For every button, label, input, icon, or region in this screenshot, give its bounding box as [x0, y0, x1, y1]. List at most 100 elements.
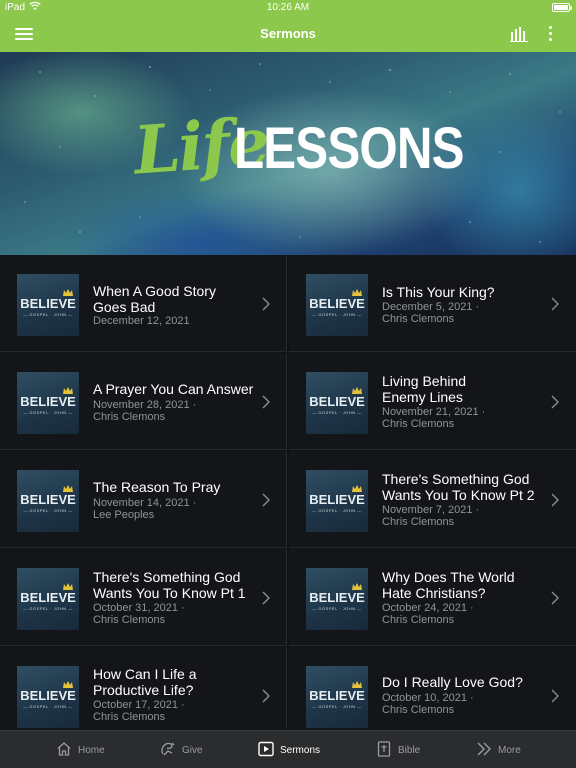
- thumbnail-brand: BELIEVE: [20, 492, 76, 507]
- crown-icon: [63, 387, 73, 394]
- thumbnail-subtitle: — GOSPEL · JOHN —: [312, 606, 362, 611]
- sermon-thumbnail: BELIEVE — GOSPEL · JOHN —: [17, 274, 79, 336]
- audio-bars-icon[interactable]: [510, 26, 528, 42]
- sermon-title: A Prayer You Can Answer: [93, 381, 254, 397]
- crown-icon: [352, 289, 362, 296]
- sermon-thumbnail: BELIEVE — GOSPEL · JOHN —: [17, 666, 79, 728]
- bottom-tab-bar: Home Give Sermons Bible More: [0, 730, 576, 768]
- sermon-card[interactable]: BELIEVE — GOSPEL · JOHN — A Prayer You C…: [0, 353, 287, 450]
- sermon-thumbnail: BELIEVE — GOSPEL · JOHN —: [306, 666, 368, 728]
- sermon-card[interactable]: BELIEVE — GOSPEL · JOHN — How Can I Life…: [0, 647, 287, 730]
- sermon-date: October 10, 2021 ·: [382, 692, 474, 704]
- sermon-speaker: Chris Clemons: [93, 614, 166, 626]
- sermon-card[interactable]: BELIEVE — GOSPEL · JOHN — The Reason To …: [0, 451, 287, 548]
- thumbnail-subtitle: — GOSPEL · JOHN —: [23, 508, 73, 513]
- thumbnail-subtitle: — GOSPEL · JOHN —: [23, 606, 73, 611]
- crown-icon: [63, 681, 73, 688]
- sermon-card[interactable]: BELIEVE — GOSPEL · JOHN — Why Does The W…: [289, 549, 576, 646]
- thumbnail-subtitle: — GOSPEL · JOHN —: [312, 508, 362, 513]
- sermon-card[interactable]: BELIEVE — GOSPEL · JOHN — Is This Your K…: [289, 255, 576, 352]
- sermon-thumbnail: BELIEVE — GOSPEL · JOHN —: [17, 568, 79, 630]
- sermon-title: The Reason To Pray: [93, 479, 221, 495]
- sermon-title: How Can I Life a Productive Life?: [93, 666, 197, 698]
- sermon-thumbnail: BELIEVE — GOSPEL · JOHN —: [306, 470, 368, 532]
- sermon-date: October 24, 2021 ·: [382, 602, 474, 614]
- sermon-title: Why Does The World Hate Christians?: [382, 569, 515, 601]
- sermon-card[interactable]: BELIEVE — GOSPEL · JOHN — Living Behind E…: [289, 353, 576, 450]
- thumbnail-subtitle: — GOSPEL · JOHN —: [23, 704, 73, 709]
- sermon-title: When A Good Story Goes Bad: [93, 283, 216, 315]
- overflow-menu-button[interactable]: [546, 25, 556, 43]
- chevron-right-icon: [262, 493, 270, 507]
- tab-more[interactable]: More: [476, 731, 536, 768]
- tab-give[interactable]: Give: [160, 731, 220, 768]
- thumbnail-subtitle: — GOSPEL · JOHN —: [23, 312, 73, 317]
- tab-sermons[interactable]: Sermons: [258, 731, 328, 768]
- chevron-right-icon: [551, 591, 559, 605]
- thumbnail-brand: BELIEVE: [309, 688, 365, 703]
- sermon-title: Do I Really Love God?: [382, 674, 523, 690]
- sermon-card[interactable]: BELIEVE — GOSPEL · JOHN — When A Good St…: [0, 255, 287, 352]
- sermon-title: Is This Your King?: [382, 284, 495, 300]
- sermon-date: November 21, 2021 ·: [382, 406, 486, 418]
- sermon-thumbnail: BELIEVE — GOSPEL · JOHN —: [306, 274, 368, 336]
- chevron-right-icon: [551, 297, 559, 311]
- banner-logo: Life LESSONS: [0, 102, 576, 197]
- chevron-right-icon: [551, 689, 559, 703]
- status-time: 10:26 AM: [266, 2, 310, 13]
- crown-icon: [352, 681, 362, 688]
- sermon-speaker: Chris Clemons: [93, 411, 166, 423]
- sermon-date: December 5, 2021 ·: [382, 301, 480, 313]
- thumbnail-brand: BELIEVE: [20, 688, 76, 703]
- sermon-card[interactable]: BELIEVE — GOSPEL · JOHN — There's Someth…: [289, 451, 576, 548]
- battery-icon: [552, 3, 572, 12]
- series-banner[interactable]: Life LESSONS: [0, 52, 576, 255]
- thumbnail-brand: BELIEVE: [309, 296, 365, 311]
- thumbnail-subtitle: — GOSPEL · JOHN —: [312, 312, 362, 317]
- crown-icon: [352, 583, 362, 590]
- sermon-speaker: Lee Peoples: [93, 509, 155, 521]
- banner-word-lessons: LESSONS: [234, 116, 464, 181]
- sermon-date: November 14, 2021 ·: [93, 497, 197, 509]
- thumbnail-brand: BELIEVE: [309, 492, 365, 507]
- chevron-right-icon: [262, 591, 270, 605]
- crown-icon: [352, 387, 362, 394]
- thumbnail-brand: BELIEVE: [20, 394, 76, 409]
- sermon-date: November 28, 2021 ·: [93, 399, 197, 411]
- sermon-thumbnail: BELIEVE — GOSPEL · JOHN —: [306, 372, 368, 434]
- sermon-speaker: Chris Clemons: [93, 711, 166, 723]
- chevron-right-icon: [551, 493, 559, 507]
- bible-icon: [377, 741, 391, 757]
- top-bar: iPad 10:26 AM Sermons: [0, 0, 576, 52]
- more-chevrons-icon: [477, 742, 491, 756]
- thumbnail-brand: BELIEVE: [309, 394, 365, 409]
- crown-icon: [63, 289, 73, 296]
- sermon-card[interactable]: BELIEVE — GOSPEL · JOHN — There's Someth…: [0, 549, 287, 646]
- home-icon: [57, 742, 71, 756]
- sermon-date: November 7, 2021 ·: [382, 504, 480, 516]
- sermon-speaker: Chris Clemons: [382, 418, 455, 430]
- crown-icon: [352, 485, 362, 492]
- chevron-right-icon: [262, 395, 270, 409]
- sermon-date: October 31, 2021 ·: [93, 602, 185, 614]
- sermon-thumbnail: BELIEVE — GOSPEL · JOHN —: [17, 372, 79, 434]
- sermon-title: There's Something God Wants You To Know P…: [382, 471, 535, 503]
- thumbnail-brand: BELIEVE: [20, 590, 76, 605]
- crown-icon: [63, 583, 73, 590]
- thumbnail-subtitle: — GOSPEL · JOHN —: [23, 410, 73, 415]
- play-icon: [258, 741, 274, 757]
- sermon-title: There's Something God Wants You To Know P…: [93, 569, 246, 601]
- sermon-speaker: Chris Clemons: [382, 704, 455, 716]
- sermon-card[interactable]: BELIEVE — GOSPEL · JOHN — Do I Really Lo…: [289, 647, 576, 730]
- sermon-date: December 12, 2021: [93, 315, 190, 327]
- sermon-thumbnail: BELIEVE — GOSPEL · JOHN —: [17, 470, 79, 532]
- sermon-speaker: Chris Clemons: [382, 313, 455, 325]
- tab-home[interactable]: Home: [56, 731, 116, 768]
- thumbnail-subtitle: — GOSPEL · JOHN —: [312, 410, 362, 415]
- sermon-date: October 17, 2021 ·: [93, 699, 185, 711]
- crown-icon: [63, 485, 73, 492]
- tab-bible[interactable]: Bible: [376, 731, 436, 768]
- sermon-grid: BELIEVE — GOSPEL · JOHN — When A Good St…: [0, 255, 576, 730]
- status-bar: iPad 10:26 AM: [0, 0, 576, 16]
- thumbnail-brand: BELIEVE: [20, 296, 76, 311]
